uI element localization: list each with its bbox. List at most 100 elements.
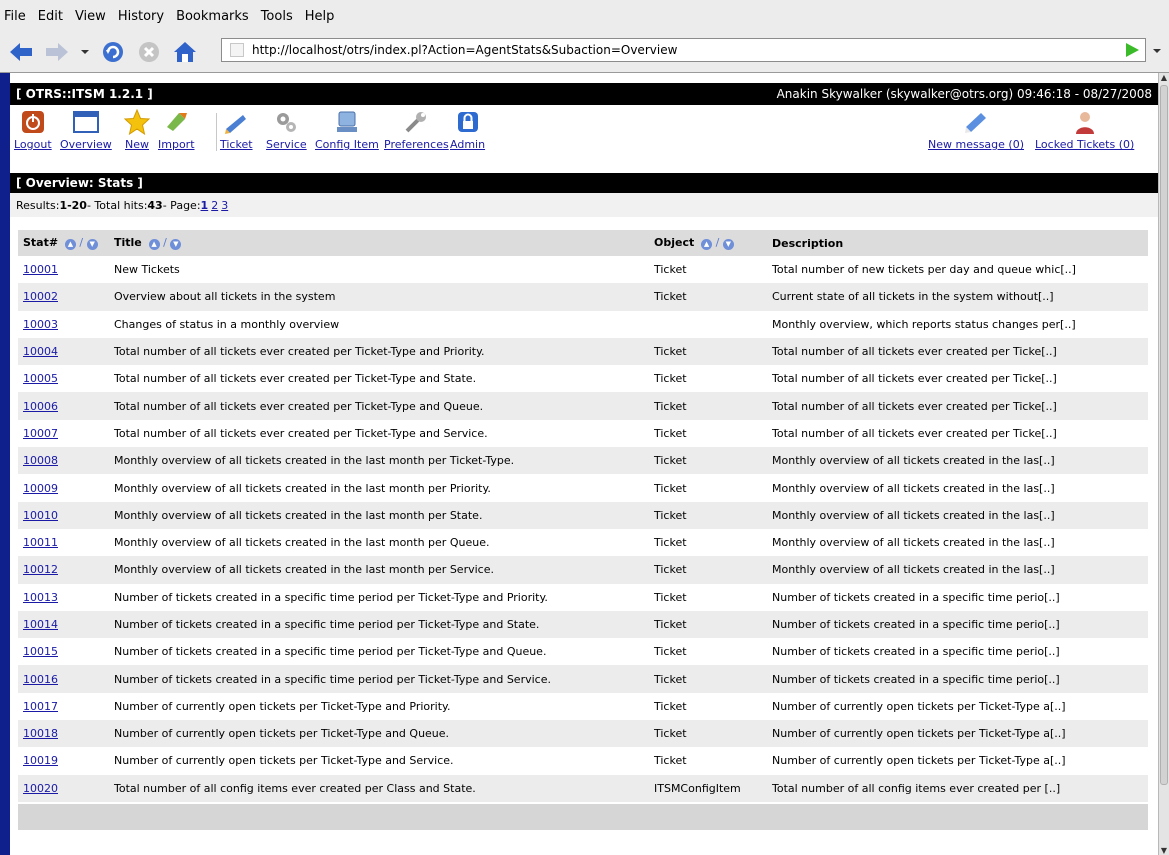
stat-id-link[interactable]: 10008 bbox=[23, 454, 58, 467]
stat-id-link[interactable]: 10014 bbox=[23, 618, 58, 631]
stat-id-link[interactable]: 10006 bbox=[23, 400, 58, 413]
stat-object: Ticket bbox=[654, 263, 687, 277]
import-button[interactable]: Import bbox=[158, 108, 195, 151]
stat-description: Number of tickets created in a specific … bbox=[772, 590, 1060, 604]
menu-bookmarks[interactable]: Bookmarks bbox=[176, 9, 249, 24]
section-title: [ Overview: Stats ] bbox=[10, 173, 1158, 193]
results-total: 43 bbox=[147, 198, 163, 212]
menu-tools[interactable]: Tools bbox=[261, 9, 293, 24]
results-range: 1-20 bbox=[59, 198, 87, 212]
stat-object: Ticket bbox=[654, 426, 687, 440]
stat-description: Monthly overview of all tickets created … bbox=[772, 536, 1055, 550]
stat-title: Total number of all tickets ever created… bbox=[114, 345, 485, 359]
stat-cell: 10017 bbox=[18, 700, 114, 713]
service-button[interactable]: Service bbox=[266, 108, 307, 151]
url-text[interactable]: http://localhost/otrs/index.pl?Action=Ag… bbox=[252, 43, 1123, 57]
otrs-page: [ OTRS::ITSM 1.2.1 ] Anakin Skywalker (s… bbox=[10, 73, 1158, 855]
sort-down-icon[interactable]: ▼ bbox=[86, 239, 98, 250]
new-message-button[interactable]: New message (0) bbox=[928, 108, 1024, 151]
sort-up-icon[interactable]: ▲ bbox=[148, 239, 160, 250]
go-arrow-icon[interactable] bbox=[1123, 41, 1141, 59]
page-link-1[interactable]: 1 bbox=[201, 199, 209, 212]
address-bar[interactable]: http://localhost/otrs/index.pl?Action=Ag… bbox=[221, 38, 1146, 62]
header-stat: Stat# ▲ / ▼ bbox=[18, 236, 114, 250]
ticket-icon bbox=[225, 115, 247, 134]
stat-id-link[interactable]: 10003 bbox=[23, 318, 58, 331]
scroll-thumb[interactable] bbox=[1160, 85, 1168, 785]
stat-id-link[interactable]: 10016 bbox=[23, 673, 58, 686]
stat-id-link[interactable]: 10009 bbox=[23, 482, 58, 495]
stat-title: Total number of all tickets ever created… bbox=[114, 399, 484, 413]
window-icon bbox=[72, 111, 99, 133]
header-description: Description bbox=[772, 236, 844, 250]
sort-controls: ▲ / ▼ bbox=[701, 236, 734, 250]
scroll-down-icon[interactable]: ▼ bbox=[1159, 846, 1169, 855]
stat-description: Total number of all config items ever cr… bbox=[772, 781, 1061, 795]
sort-down-icon[interactable]: ▼ bbox=[722, 239, 734, 250]
stat-cell: 10020 bbox=[18, 782, 114, 795]
stat-id-link[interactable]: 10012 bbox=[23, 563, 58, 576]
stat-object: ITSMConfigItem bbox=[654, 781, 741, 795]
menu-help[interactable]: Help bbox=[305, 9, 335, 24]
stat-id-link[interactable]: 10002 bbox=[23, 290, 58, 303]
stat-cell: 10011 bbox=[18, 536, 114, 549]
ticket-button[interactable]: Ticket bbox=[220, 108, 253, 151]
menu-edit[interactable]: Edit bbox=[38, 9, 63, 24]
page-left-border bbox=[0, 73, 10, 855]
stat-id-link[interactable]: 10019 bbox=[23, 754, 58, 767]
table-row: 10008 Monthly overview of all tickets cre… bbox=[18, 447, 1148, 475]
url-dropdown[interactable] bbox=[1152, 44, 1162, 58]
stat-id-link[interactable]: 10010 bbox=[23, 509, 58, 522]
stat-cell: 10018 bbox=[18, 727, 114, 740]
stat-id-link[interactable]: 10011 bbox=[23, 536, 58, 549]
menu-history[interactable]: History bbox=[118, 9, 164, 24]
message-icon bbox=[965, 113, 986, 133]
stat-id-link[interactable]: 10007 bbox=[23, 427, 58, 440]
menu-view[interactable]: View bbox=[75, 9, 106, 24]
stat-id-link[interactable]: 10018 bbox=[23, 727, 58, 740]
stat-id-link[interactable]: 10005 bbox=[23, 372, 58, 385]
table-row: 10009 Monthly overview of all tickets cre… bbox=[18, 474, 1148, 502]
reload-button[interactable] bbox=[98, 37, 128, 67]
logout-button[interactable]: Logout bbox=[14, 108, 52, 151]
menu-file[interactable]: File bbox=[4, 9, 26, 24]
stat-id-link[interactable]: 10013 bbox=[23, 591, 58, 604]
table-row: 10013 Number of tickets created in a spec… bbox=[18, 583, 1148, 611]
stat-id-link[interactable]: 10020 bbox=[23, 782, 58, 795]
stat-title: Total number of all tickets ever created… bbox=[114, 426, 488, 440]
preferences-button[interactable]: Preferences bbox=[384, 108, 449, 151]
admin-button[interactable]: Admin bbox=[450, 108, 485, 151]
gears-icon bbox=[277, 113, 297, 132]
page-link-3[interactable]: 3 bbox=[221, 199, 228, 212]
history-dropdown[interactable] bbox=[78, 37, 92, 67]
header-title: Title ▲ / ▼ bbox=[114, 236, 654, 250]
sort-up-icon[interactable]: ▲ bbox=[64, 239, 76, 250]
stat-cell: 10016 bbox=[18, 673, 114, 686]
new-button[interactable]: New bbox=[122, 108, 152, 151]
stat-title: Number of currently open tickets per Tic… bbox=[114, 699, 451, 713]
scroll-up-icon[interactable]: ▲ bbox=[1159, 73, 1169, 83]
vertical-scrollbar[interactable]: ▲ ▼ bbox=[1158, 73, 1169, 855]
sort-up-icon[interactable]: ▲ bbox=[701, 239, 713, 250]
table-body: 10001 New Tickets Ticket Total number of ne… bbox=[18, 256, 1148, 802]
stat-object: Ticket bbox=[654, 590, 687, 604]
stat-description: Total number of all tickets ever created… bbox=[772, 345, 1057, 359]
forward-button[interactable] bbox=[42, 37, 72, 67]
stat-id-link[interactable]: 10017 bbox=[23, 700, 58, 713]
stat-object: Ticket bbox=[654, 372, 687, 386]
stat-id-link[interactable]: 10001 bbox=[23, 263, 58, 276]
home-button[interactable] bbox=[170, 37, 200, 67]
back-button[interactable] bbox=[6, 37, 36, 67]
config-item-button[interactable]: Config Item bbox=[315, 108, 379, 151]
stat-id-link[interactable]: 10015 bbox=[23, 645, 58, 658]
page-link-2[interactable]: 2 bbox=[211, 199, 218, 212]
sort-down-icon[interactable]: ▼ bbox=[170, 239, 182, 250]
stat-description: Total number of all tickets ever created… bbox=[772, 372, 1057, 386]
overview-button[interactable]: Overview bbox=[60, 108, 112, 151]
locked-tickets-button[interactable]: Locked Tickets (0) bbox=[1035, 108, 1134, 151]
stat-description: Monthly overview of all tickets created … bbox=[772, 563, 1055, 577]
table-row: 10010 Monthly overview of all tickets cre… bbox=[18, 501, 1148, 529]
stat-id-link[interactable]: 10004 bbox=[23, 345, 58, 358]
results-summary: Results: 1-20 - Total hits: 43 - Page: 1… bbox=[10, 193, 1158, 217]
stop-button[interactable] bbox=[134, 37, 164, 67]
